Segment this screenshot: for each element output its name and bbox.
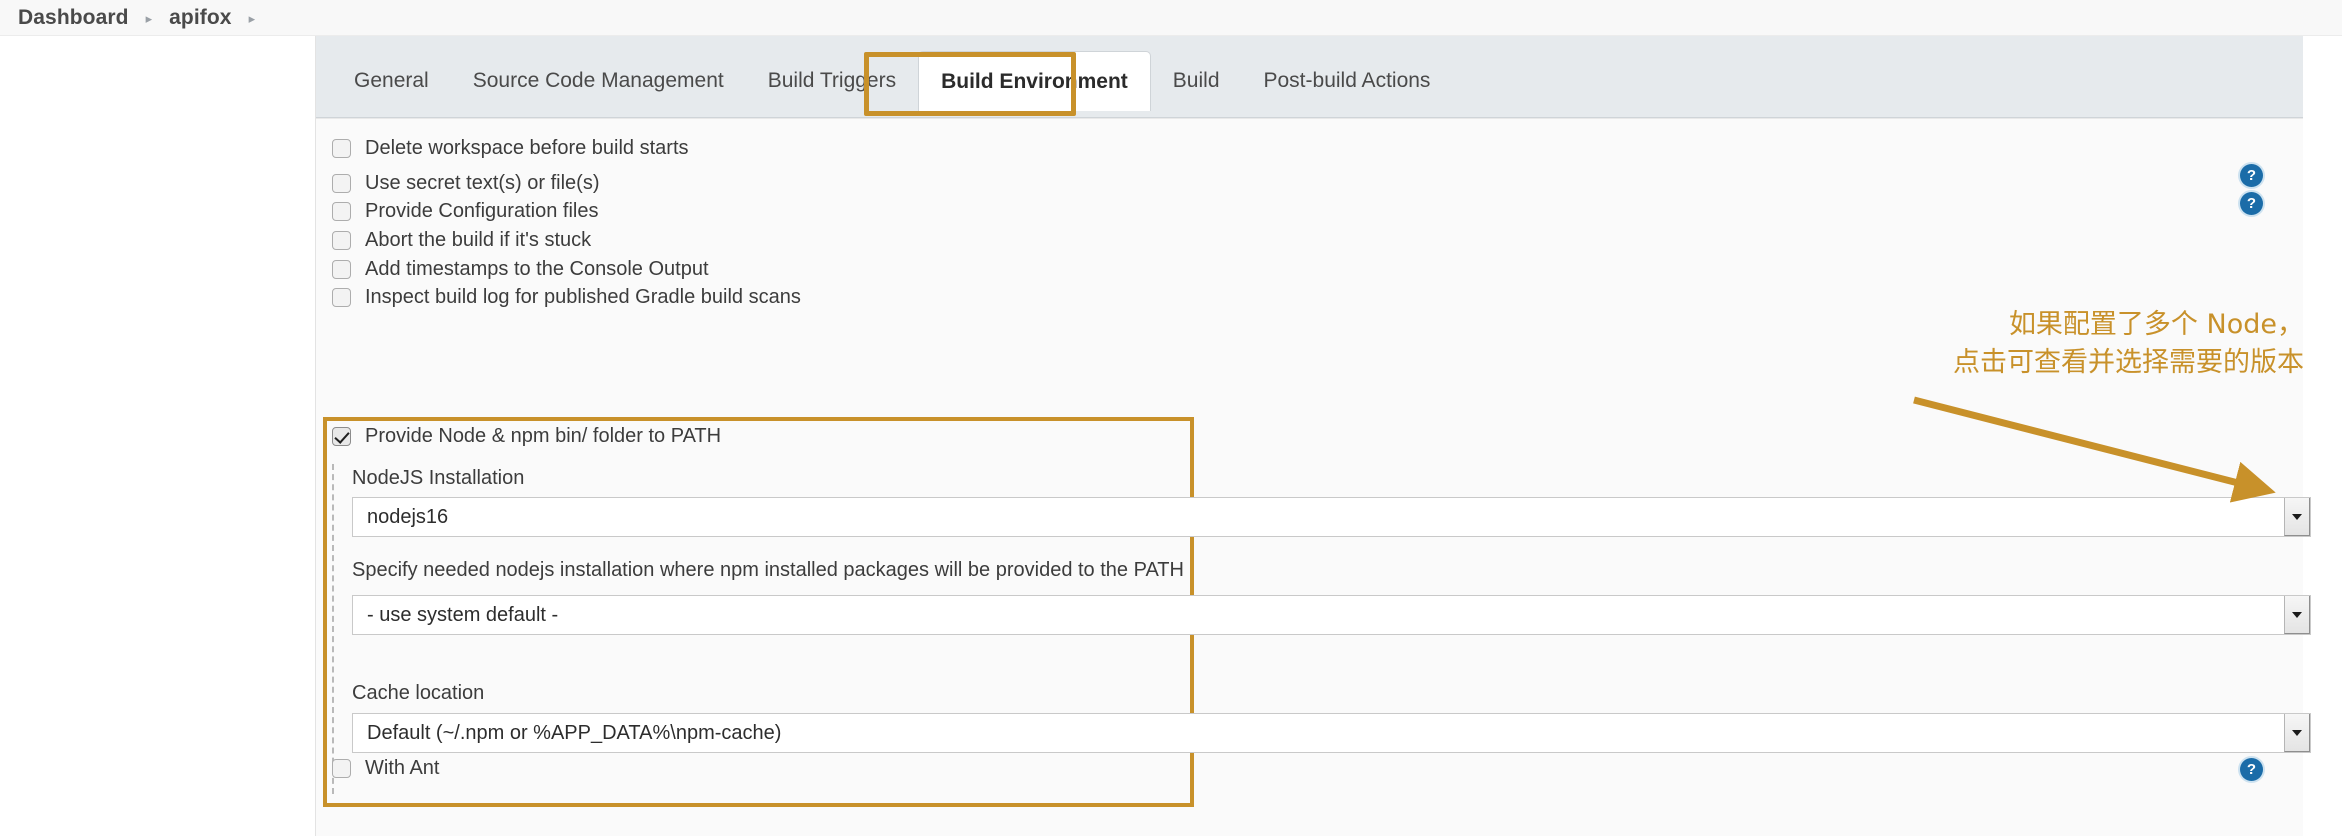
- node-section-indent-rail: [332, 464, 334, 794]
- annotation-line-2: 点击可查看并选择需要的版本: [1953, 347, 2304, 379]
- config-panel: General Source Code Management Build Tri…: [315, 36, 2311, 836]
- breadcrumb-item-apifox[interactable]: apifox: [169, 6, 231, 30]
- select-npmrc-file[interactable]: - use system default -: [352, 595, 2311, 635]
- checkbox-row-inspect-build-log[interactable]: Inspect build log for published Gradle b…: [332, 286, 801, 309]
- help-icon-provide-config-files[interactable]: ?: [2240, 192, 2263, 215]
- select-nodejs-installation[interactable]: nodejs16: [352, 497, 2311, 537]
- tab-build-environment[interactable]: Build Environment: [918, 51, 1151, 111]
- build-environment-form: Delete workspace before build starts Use…: [316, 118, 2311, 836]
- tab-strip: General Source Code Management Build Tri…: [316, 36, 2303, 118]
- tab-general[interactable]: General: [332, 53, 451, 109]
- chevron-down-icon-nodejs-installation[interactable]: [2284, 498, 2310, 536]
- tab-build[interactable]: Build: [1151, 53, 1242, 109]
- checkbox-label-inspect-build-log: Inspect build log for published Gradle b…: [365, 286, 801, 308]
- tab-source-code-management[interactable]: Source Code Management: [451, 53, 746, 109]
- help-icon-with-ant[interactable]: ?: [2240, 758, 2263, 781]
- checkbox-label-abort-build-stuck: Abort the build if it's stuck: [365, 229, 592, 251]
- checkbox-with-ant[interactable]: [332, 759, 351, 778]
- tab-build-triggers[interactable]: Build Triggers: [746, 53, 918, 109]
- checkbox-provide-node-npm[interactable]: [332, 427, 351, 446]
- breadcrumb: Dashboard ▸ apifox ▸: [0, 0, 2342, 36]
- checkbox-label-delete-workspace: Delete workspace before build starts: [365, 137, 689, 159]
- checkbox-label-provide-node-npm: Provide Node & npm bin/ folder to PATH: [365, 425, 722, 447]
- select-value-npmrc-file: - use system default -: [367, 603, 559, 626]
- checkbox-label-with-ant: With Ant: [365, 757, 440, 779]
- checkbox-row-provide-node-npm[interactable]: Provide Node & npm bin/ folder to PATH: [332, 425, 721, 448]
- checkbox-row-abort-build-stuck[interactable]: Abort the build if it's stuck: [332, 229, 591, 252]
- annotation-note: 如果配置了多个 Node， 点击可查看并选择需要的版本: [1953, 306, 2304, 383]
- help-text-nodejs-installation: Specify needed nodejs installation where…: [352, 559, 1184, 581]
- tab-post-build-actions[interactable]: Post-build Actions: [1242, 53, 1453, 109]
- chevron-down-icon-npmrc-file[interactable]: [2284, 596, 2310, 634]
- help-icon-use-secret-text[interactable]: ?: [2240, 164, 2263, 187]
- checkbox-label-add-timestamps: Add timestamps to the Console Output: [365, 258, 709, 280]
- checkbox-row-use-secret-text[interactable]: Use secret text(s) or file(s): [332, 172, 599, 195]
- checkbox-delete-workspace[interactable]: [332, 139, 351, 158]
- checkbox-add-timestamps[interactable]: [332, 260, 351, 279]
- breadcrumb-separator-icon: ▸: [145, 11, 153, 26]
- annotation-line-1: 如果配置了多个 Node，: [2008, 309, 2304, 340]
- checkbox-row-provide-config-files[interactable]: Provide Configuration files: [332, 200, 598, 223]
- label-cache-location: Cache location: [352, 682, 485, 704]
- checkbox-row-add-timestamps[interactable]: Add timestamps to the Console Output: [332, 258, 709, 281]
- checkbox-label-provide-config-files: Provide Configuration files: [365, 200, 599, 222]
- checkbox-inspect-build-log[interactable]: [332, 288, 351, 307]
- checkbox-row-delete-workspace[interactable]: Delete workspace before build starts: [332, 137, 689, 160]
- checkbox-provide-config-files[interactable]: [332, 202, 351, 221]
- checkbox-use-secret-text[interactable]: [332, 174, 351, 193]
- label-nodejs-installation: NodeJS Installation: [352, 467, 525, 489]
- checkbox-abort-build-stuck[interactable]: [332, 231, 351, 250]
- breadcrumb-item-dashboard[interactable]: Dashboard: [18, 6, 129, 30]
- select-cache-location[interactable]: Default (~/.npm or %APP_DATA%\npm-cache): [352, 713, 2311, 753]
- chevron-down-icon-cache-location[interactable]: [2284, 714, 2310, 752]
- checkbox-row-with-ant[interactable]: With Ant: [332, 757, 439, 780]
- select-value-cache-location: Default (~/.npm or %APP_DATA%\npm-cache): [367, 721, 782, 744]
- page-root: Dashboard ▸ apifox ▸ General Source Code…: [0, 0, 2342, 836]
- select-value-nodejs-installation: nodejs16: [367, 505, 449, 528]
- checkbox-label-use-secret-text: Use secret text(s) or file(s): [365, 172, 600, 194]
- breadcrumb-separator-icon-2: ▸: [248, 11, 256, 26]
